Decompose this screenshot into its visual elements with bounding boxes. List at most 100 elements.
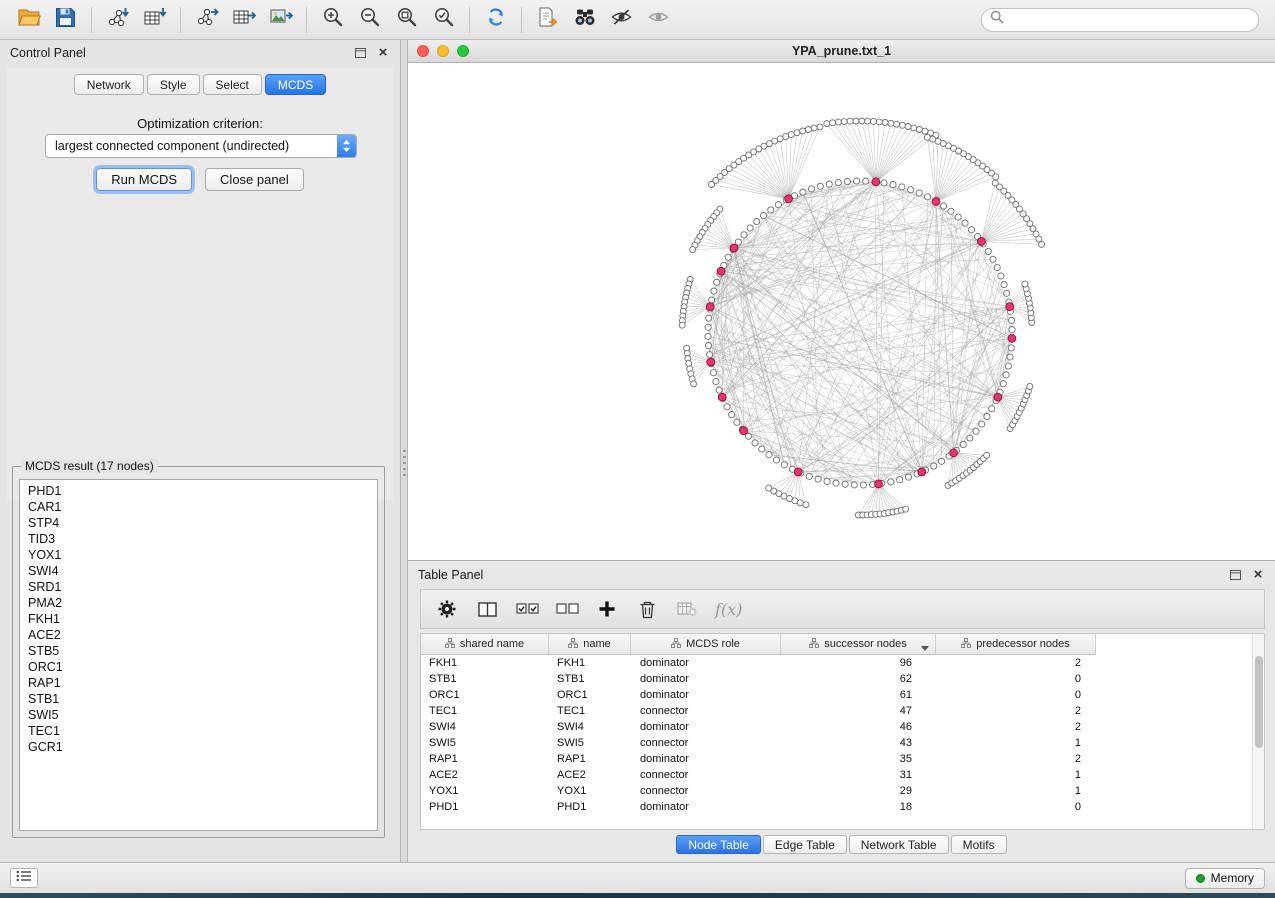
network-node[interactable] xyxy=(747,225,753,231)
network-node[interactable] xyxy=(797,500,803,506)
network-node[interactable] xyxy=(985,248,991,254)
network-node[interactable] xyxy=(948,208,954,214)
export-table-button[interactable] xyxy=(225,4,262,36)
first-neighbors-button[interactable] xyxy=(566,4,603,36)
network-node[interactable] xyxy=(1008,317,1014,323)
search-input[interactable] xyxy=(1009,13,1250,27)
network-node[interactable] xyxy=(835,180,841,186)
network-node[interactable] xyxy=(805,127,811,133)
tab-select[interactable]: Select xyxy=(203,74,262,95)
close-panel-button[interactable]: Close panel xyxy=(205,168,304,191)
network-node[interactable] xyxy=(729,412,735,418)
network-node[interactable] xyxy=(759,446,765,452)
network-node[interactable] xyxy=(773,457,779,463)
network-node[interactable] xyxy=(968,227,974,233)
network-node[interactable] xyxy=(876,119,882,125)
close-window-icon[interactable] xyxy=(417,45,429,57)
mcds-result-item[interactable]: SRD1 xyxy=(20,579,377,595)
table-row[interactable]: SWI4SWI4dominator462 xyxy=(421,719,1264,735)
network-node[interactable] xyxy=(754,218,760,224)
network-node[interactable] xyxy=(922,128,928,134)
show-panels-button[interactable] xyxy=(10,868,38,888)
network-node[interactable] xyxy=(899,184,905,190)
network-node[interactable] xyxy=(811,125,817,131)
run-mcds-button[interactable]: Run MCDS xyxy=(96,168,192,191)
scrollbar-thumb[interactable] xyxy=(1255,656,1263,748)
table-row[interactable]: RAP1RAP1dominator352 xyxy=(421,751,1264,767)
import-table-button[interactable] xyxy=(136,4,173,36)
tab-style[interactable]: Style xyxy=(147,74,200,95)
network-node[interactable] xyxy=(1004,290,1010,296)
maximize-window-icon[interactable] xyxy=(457,45,469,57)
tab-edge-table[interactable]: Edge Table xyxy=(763,835,847,854)
table-row[interactable]: ORC1ORC1dominator610 xyxy=(421,687,1264,703)
delete-column-icon[interactable] xyxy=(635,597,659,621)
network-node[interactable] xyxy=(817,124,823,130)
mcds-result-item[interactable]: GCR1 xyxy=(20,739,377,755)
network-node[interactable] xyxy=(911,125,917,131)
network-node[interactable] xyxy=(860,482,866,488)
network-node[interactable] xyxy=(714,279,720,285)
network-node[interactable] xyxy=(962,220,968,226)
mcds-result-item[interactable]: SWI4 xyxy=(20,563,377,579)
share-document-button[interactable] xyxy=(529,4,566,36)
network-node[interactable] xyxy=(897,477,903,483)
refresh-layout-button[interactable] xyxy=(477,4,514,36)
create-column-icon[interactable] xyxy=(595,597,619,621)
table-scrollbar[interactable] xyxy=(1252,634,1264,829)
sort-chevron-icon[interactable] xyxy=(921,642,929,654)
column-header-successor-nodes[interactable]: successor nodes xyxy=(781,634,936,654)
network-node[interactable] xyxy=(841,119,847,125)
network-node[interactable] xyxy=(690,247,696,253)
mcds-result-item[interactable]: ACE2 xyxy=(20,627,377,643)
panel-splitter[interactable] xyxy=(401,40,408,862)
network-node[interactable] xyxy=(835,119,841,125)
mcds-result-list[interactable]: PHD1CAR1STP4TID3YOX1SWI4SRD1PMA2FKH1ACE2… xyxy=(19,479,378,831)
network-node[interactable] xyxy=(844,178,850,184)
network-node[interactable] xyxy=(761,212,767,218)
network-node[interactable] xyxy=(691,381,697,387)
mcds-result-item[interactable]: ORC1 xyxy=(20,659,377,675)
float-window-icon[interactable] xyxy=(1228,568,1242,582)
network-node[interactable] xyxy=(803,502,809,508)
select-all-columns-icon[interactable] xyxy=(515,597,539,621)
table-row[interactable]: FKH1FKH1dominator962 xyxy=(421,655,1264,671)
save-session-button[interactable] xyxy=(47,4,84,36)
network-node[interactable] xyxy=(908,187,914,193)
import-network-button[interactable] xyxy=(99,4,136,36)
close-panel-icon[interactable]: × xyxy=(1251,568,1265,582)
open-file-button[interactable] xyxy=(10,4,47,36)
mcds-result-item[interactable]: STP4 xyxy=(20,515,377,531)
table-row[interactable]: YOX1YOX1connector291 xyxy=(421,783,1264,799)
table-row[interactable]: SWI5SWI5connector431 xyxy=(421,735,1264,751)
network-node[interactable] xyxy=(705,333,711,339)
network-node[interactable] xyxy=(905,474,911,480)
dominator-node[interactable] xyxy=(785,195,793,203)
network-node[interactable] xyxy=(800,128,806,134)
dominator-node[interactable] xyxy=(717,267,725,275)
close-panel-icon[interactable]: × xyxy=(376,46,390,60)
network-node[interactable] xyxy=(905,124,911,130)
network-node[interactable] xyxy=(979,421,985,427)
network-node[interactable] xyxy=(1000,381,1006,387)
dominator-node[interactable] xyxy=(1008,334,1016,342)
network-node[interactable] xyxy=(955,214,961,220)
network-node[interactable] xyxy=(1001,281,1007,287)
show-columns-icon[interactable] xyxy=(475,597,499,621)
table-row[interactable]: ACE2ACE2connector311 xyxy=(421,767,1264,783)
dominator-node[interactable] xyxy=(994,393,1002,401)
network-node[interactable] xyxy=(724,404,730,410)
tab-network[interactable]: Network xyxy=(74,74,144,95)
network-node[interactable] xyxy=(890,182,896,188)
network-node[interactable] xyxy=(817,183,823,189)
mcds-result-item[interactable]: PHD1 xyxy=(20,483,377,499)
column-header-shared-name[interactable]: shared name xyxy=(421,634,549,654)
network-node[interactable] xyxy=(865,118,871,124)
network-node[interactable] xyxy=(781,462,787,468)
network-node[interactable] xyxy=(1027,384,1033,390)
network-node[interactable] xyxy=(1022,281,1028,287)
network-node[interactable] xyxy=(916,190,922,196)
network-node[interactable] xyxy=(1005,363,1011,369)
network-node[interactable] xyxy=(768,207,774,213)
network-window-titlebar[interactable]: YPA_prune.txt_1 xyxy=(408,40,1275,63)
